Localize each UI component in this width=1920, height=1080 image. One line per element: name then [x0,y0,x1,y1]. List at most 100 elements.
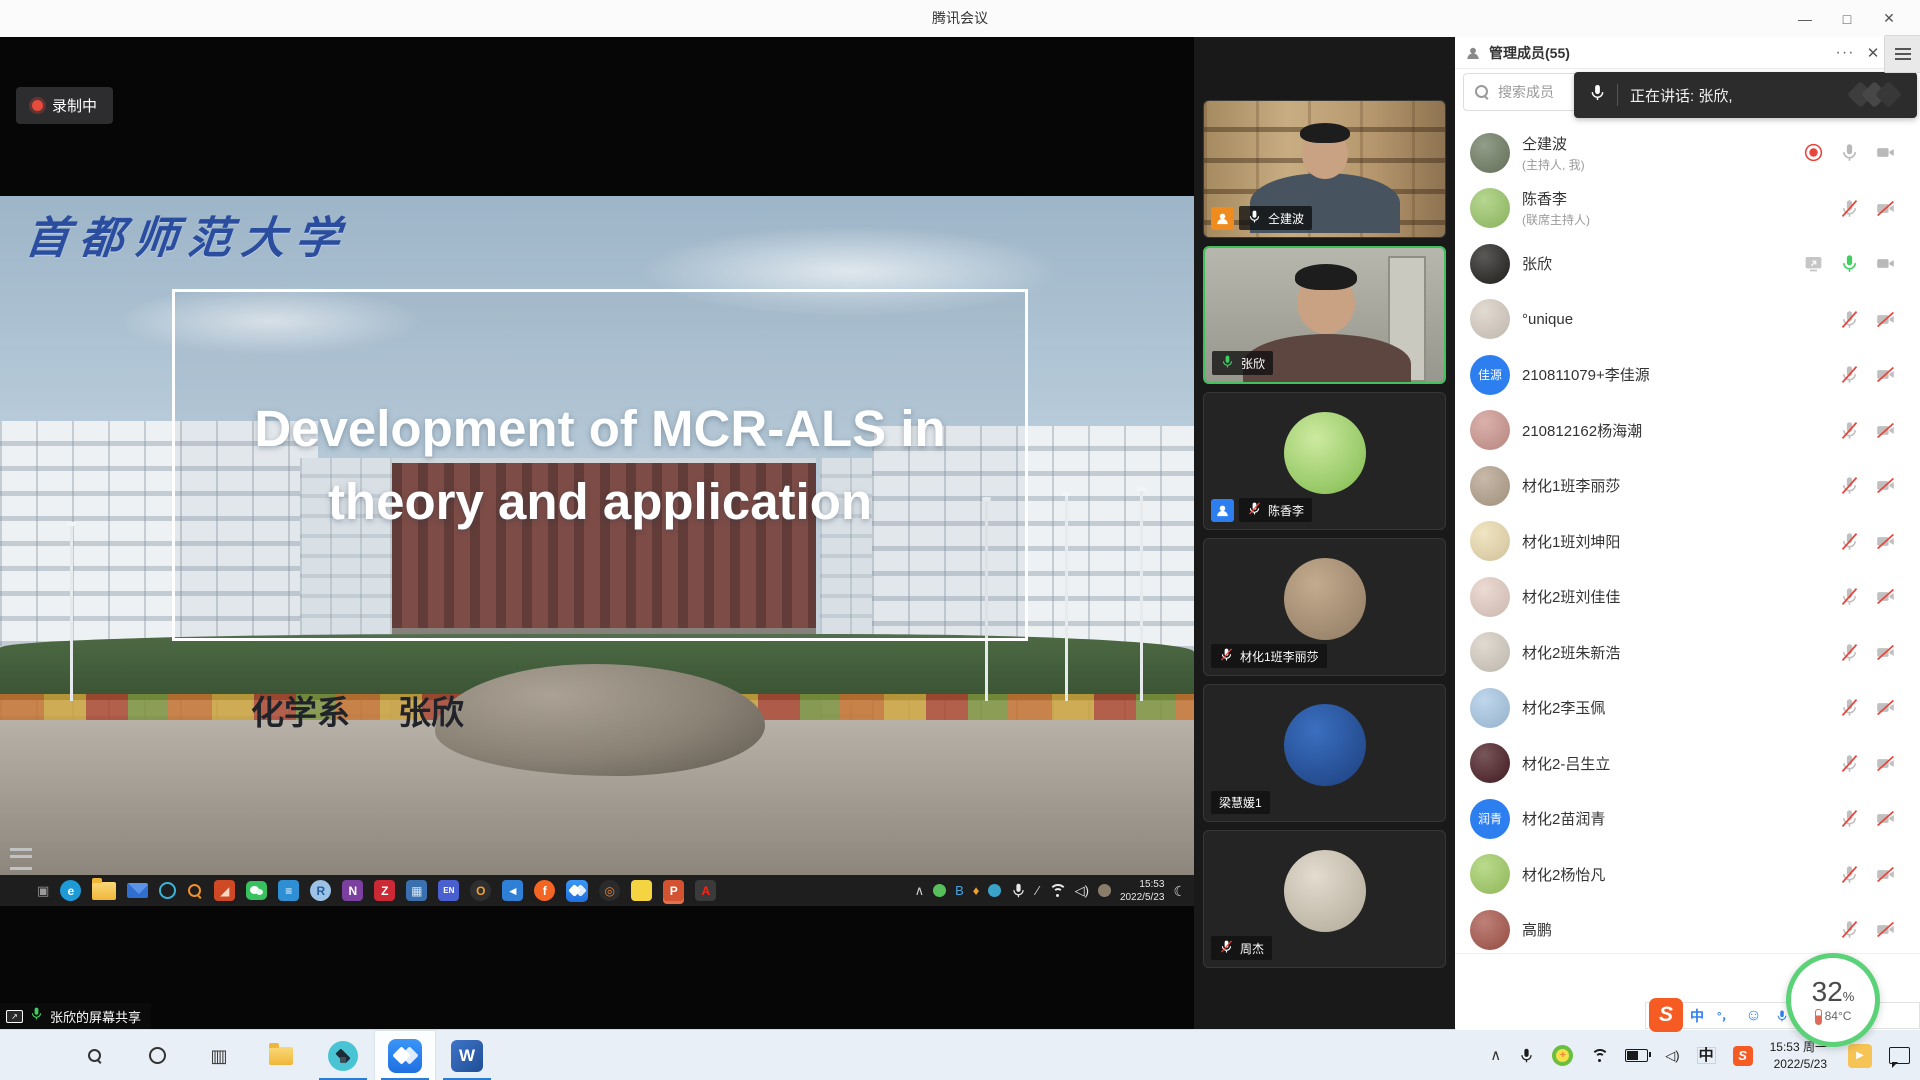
onenote-icon[interactable]: N [342,880,363,901]
cortana-icon[interactable] [159,882,176,899]
taskbar-edu-app[interactable] [312,1030,374,1080]
media-app-icon[interactable]: ▶ [1848,1044,1872,1068]
firefox-icon[interactable]: f [534,880,555,901]
video-tile[interactable]: 梁慧媛1 [1203,684,1446,822]
task-view-icon[interactable]: ▣ [37,884,49,897]
member-row[interactable]: 佳源 210811079+李佳源 [1455,347,1920,403]
camera-muted-icon[interactable] [1875,475,1896,496]
camera-muted-icon[interactable] [1875,420,1896,441]
endnote-icon[interactable]: EN [438,880,459,901]
panel-close-button[interactable]: ✕ [1860,44,1886,62]
member-row[interactable]: 张欣 [1455,236,1920,292]
ime-chinese-icon[interactable]: 中 [1690,1006,1704,1026]
camera-muted-icon[interactable] [1875,364,1896,385]
mic-muted-icon[interactable] [1839,198,1860,219]
volume-icon[interactable]: ◁) [1665,1049,1679,1062]
zotero-icon[interactable]: Z [374,880,395,901]
mic-muted-icon[interactable] [1839,753,1860,774]
taskbar-search[interactable] [64,1030,126,1080]
acrobat-icon[interactable]: A [695,880,716,901]
taskbar-word[interactable]: W [436,1030,498,1080]
mic-muted-icon[interactable] [1839,309,1860,330]
cortana-icon[interactable] [149,1047,166,1064]
mic-muted-icon[interactable] [1839,919,1860,940]
mic-muted-icon[interactable] [1839,586,1860,607]
edu-app-icon[interactable] [328,1041,358,1071]
camera-muted-icon[interactable] [1875,531,1896,552]
panel-more-button[interactable]: ··· [1830,44,1860,62]
origin-icon[interactable]: O [470,880,491,901]
camera-muted-icon[interactable] [1875,586,1896,607]
matlab-icon[interactable]: ◢ [214,880,235,901]
start-icon[interactable] [8,882,26,900]
video-tile[interactable]: 陈香李 [1203,392,1446,530]
tray-chevron-icon[interactable]: ∧ [1490,1048,1501,1063]
tray-mic-icon[interactable] [1010,882,1027,899]
camera-muted-icon[interactable] [1875,808,1896,829]
video-tile[interactable]: 材化1班李丽莎 [1203,538,1446,676]
shared-clock[interactable]: 15:53 2022/5/23 [1120,878,1165,904]
mic-muted-icon[interactable] [1839,642,1860,663]
tray-chevron-icon[interactable]: ∧ [915,884,925,897]
member-row[interactable]: 材化2-吕生立 [1455,736,1920,792]
defender-icon[interactable] [988,884,1001,897]
r-app-icon[interactable]: R [310,880,331,901]
taskbar-start[interactable] [2,1030,64,1080]
sticky-notes-icon[interactable] [631,880,652,901]
ime-zh-icon[interactable]: 中 [1697,1047,1716,1064]
member-row[interactable]: 高鹏 [1455,902,1920,958]
sogou-icon[interactable]: S [1733,1046,1753,1066]
key-app-icon[interactable]: ♦ [973,884,980,897]
file-explorer-icon[interactable] [92,882,116,900]
member-row[interactable]: 材化1班刘坤阳 [1455,514,1920,570]
bluetooth-icon[interactable]: B [955,884,964,897]
taskbar-tencent-meeting[interactable] [374,1030,436,1080]
sogou-logo-icon[interactable]: S [1649,998,1683,1032]
member-row[interactable]: 仝建波 (主持人, 我) [1455,125,1920,181]
tencent-meeting-icon[interactable] [388,1039,422,1073]
member-row[interactable]: 材化2班刘佳佳 [1455,569,1920,625]
slideshow-menu-icon[interactable] [10,848,32,870]
camera-muted-icon[interactable] [1875,697,1896,718]
camera-muted-icon[interactable] [1875,919,1896,940]
wifi-icon[interactable] [1590,1049,1608,1063]
camera-muted-icon[interactable] [1875,198,1896,219]
start-icon[interactable] [24,1047,42,1065]
camera-muted-icon[interactable] [1875,642,1896,663]
maximize-button[interactable]: □ [1826,11,1868,27]
office-icon[interactable]: ◎ [599,880,620,901]
pet-app-icon[interactable] [1098,884,1111,897]
volume-icon[interactable]: ◁) [1075,884,1089,897]
performance-monitor-widget[interactable]: 32% 84°C [1786,953,1880,1047]
mic-muted-icon[interactable] [1839,808,1860,829]
pen-app-icon[interactable]: ⁄ [1036,884,1038,897]
taskbar-task-view[interactable]: ▥ [188,1030,250,1080]
mic-active-icon[interactable] [1839,253,1860,274]
file-explorer-icon[interactable] [269,1047,293,1065]
mic-icon[interactable] [1839,142,1860,163]
mic-muted-icon[interactable] [1839,475,1860,496]
member-row[interactable]: 材化2李玉佩 [1455,680,1920,736]
camera-icon[interactable] [1875,142,1896,163]
camera-muted-icon[interactable] [1875,309,1896,330]
camera-icon[interactable] [1875,253,1896,274]
camera-muted-icon[interactable] [1875,753,1896,774]
member-row[interactable]: 材化2班朱新浩 [1455,625,1920,681]
minimize-button[interactable]: — [1784,11,1826,27]
mic-muted-icon[interactable] [1839,364,1860,385]
edge-icon[interactable]: e [60,880,81,901]
battery-icon[interactable] [1625,1049,1648,1062]
vscode-icon[interactable]: ◄ [502,880,523,901]
member-row[interactable]: 材化1班李丽莎 [1455,458,1920,514]
wifi-icon[interactable] [1048,884,1066,898]
ime-emoji-icon[interactable]: ☺ [1745,1007,1761,1025]
video-tile[interactable]: 张欣 [1203,246,1446,384]
close-window-button[interactable]: ✕ [1868,10,1910,27]
notepad-icon[interactable]: ≡ [278,880,299,901]
task-view-icon[interactable]: ▥ [210,1047,227,1065]
action-center-icon[interactable] [1889,1047,1910,1064]
mic-muted-icon[interactable] [1839,531,1860,552]
mic-muted-icon[interactable] [1839,864,1860,885]
word-icon[interactable]: W [451,1040,483,1072]
tencent-meeting-icon[interactable] [566,880,588,902]
